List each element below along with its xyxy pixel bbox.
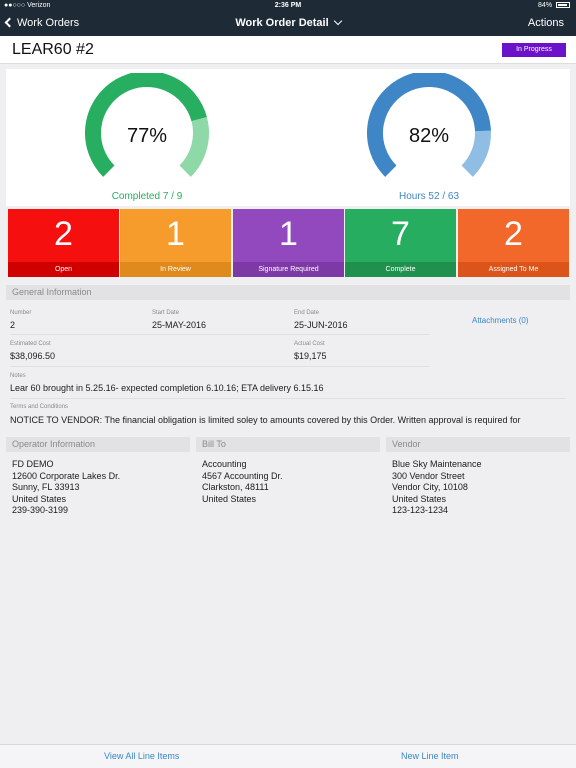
bottom-toolbar: View All Line Items New Line Item — [0, 744, 576, 768]
notes-label: Notes — [10, 373, 26, 379]
attachments-link[interactable]: Attachments (0) — [472, 316, 528, 325]
address-line: Blue Sky Maintenance — [392, 459, 482, 469]
operator-address: FD DEMO 12600 Corporate Lakes Dr. Sunny,… — [12, 459, 120, 517]
bill-to-address: Accounting 4567 Accounting Dr. Clarkston… — [202, 459, 283, 505]
section-title: General Information — [6, 285, 570, 300]
tile-complete[interactable]: 7 Complete — [345, 209, 456, 277]
battery-indicator: 84% — [538, 2, 570, 9]
tile-count: 1 — [166, 215, 185, 253]
address-line: Accounting — [202, 459, 247, 469]
address-line: 300 Vendor Street — [392, 470, 465, 481]
start-date-label: Start Date — [152, 310, 180, 316]
address-line: 4567 Accounting Dr. — [202, 470, 283, 481]
tile-count: 2 — [504, 215, 523, 253]
back-button[interactable]: Work Orders — [4, 17, 80, 29]
clock-label: 2:36 PM — [274, 2, 302, 9]
address-line: United States — [392, 493, 447, 504]
address-line: United States — [202, 493, 257, 504]
actions-button[interactable]: Actions — [528, 17, 564, 29]
terms-value: NOTICE TO VENDOR: The financial obligati… — [10, 415, 521, 425]
notes-value: Lear 60 brought in 5.25.16- expected com… — [10, 383, 324, 393]
actual-cost-value: $19,175 — [294, 351, 327, 361]
progress-gauges: 77% Completed 7 / 9 82% Hours 52 / 63 — [6, 69, 570, 206]
estimated-cost-value: $38,096.50 — [10, 351, 56, 361]
vendor-address: Blue Sky Maintenance 300 Vendor Street V… — [392, 459, 482, 517]
completed-gauge: 77% Completed 7 / 9 — [6, 69, 288, 206]
back-button-label: Work Orders — [17, 17, 80, 29]
tile-count: 7 — [391, 215, 410, 253]
completed-percent: 77% — [126, 125, 168, 147]
chevron-down-icon — [333, 16, 342, 26]
address-line: 12600 Corporate Lakes Dr. — [12, 470, 121, 481]
tile-assigned-to-me[interactable]: 2 Assigned To Me — [458, 209, 569, 277]
view-all-line-items-button[interactable]: View All Line Items — [104, 751, 179, 761]
bill-to-section-title: Bill To — [196, 437, 380, 452]
status-bar: ●●○○○ Verizon 2:36 PM 84% — [0, 0, 576, 12]
tile-label: Open — [8, 262, 119, 277]
estimated-cost-label: Estimated Cost — [10, 341, 51, 347]
address-line: FD DEMO — [12, 459, 54, 469]
tile-count: 1 — [279, 215, 298, 253]
tile-signature-required[interactable]: 1 Signature Required — [233, 209, 344, 277]
divider — [10, 398, 566, 399]
phone-line: 239-390-3199 — [12, 505, 69, 515]
start-date-value: 25-MAY-2016 — [152, 320, 207, 330]
address-line: United States — [12, 493, 67, 504]
new-line-item-button[interactable]: New Line Item — [401, 751, 459, 761]
terms-label: Terms and Conditions — [10, 404, 69, 410]
number-label: Number — [10, 310, 32, 316]
actual-cost-label: Actual Cost — [294, 341, 325, 347]
address-line: Sunny, FL 33913 — [12, 482, 80, 492]
operator-section-title: Operator Information — [6, 437, 190, 452]
status-badge: In Progress — [502, 43, 566, 57]
tile-label: Complete — [345, 262, 456, 277]
tile-label: Assigned To Me — [458, 262, 569, 277]
number-value: 2 — [10, 320, 16, 330]
address-line: Clarkston, 48111 — [202, 482, 269, 492]
tile-in-review[interactable]: 1 In Review — [120, 209, 231, 277]
work-order-title: LEAR60 #2 — [12, 41, 94, 58]
page-title[interactable]: Work Order Detail — [0, 16, 576, 29]
status-tiles: 2 Open 1 In Review 1 Signature Required … — [8, 209, 569, 277]
navigation-bar: Work Orders Work Order Detail Actions — [0, 12, 576, 36]
tile-label: In Review — [120, 262, 231, 277]
work-order-header: LEAR60 #2 In Progress — [0, 36, 576, 64]
end-date-label: End Date — [294, 310, 320, 316]
phone-line: 123-123-1234 — [392, 505, 449, 515]
end-date-value: 25-JUN-2016 — [294, 320, 348, 330]
hours-percent: 82% — [408, 125, 450, 147]
hours-gauge: 82% Hours 52 / 63 — [288, 69, 570, 206]
tile-open[interactable]: 2 Open — [8, 209, 119, 277]
tile-label: Signature Required — [233, 262, 344, 277]
tile-count: 2 — [54, 215, 73, 253]
vendor-section-title: Vendor — [386, 437, 570, 452]
battery-percent: 84% — [538, 2, 553, 9]
divider — [10, 366, 430, 367]
page-title-label: Work Order Detail — [235, 17, 329, 29]
battery-icon — [556, 2, 570, 9]
completed-label: Completed 7 / 9 — [111, 191, 183, 202]
address-line: Vendor City, 10108 — [392, 482, 468, 492]
chevron-left-icon — [4, 17, 15, 28]
hours-label: Hours 52 / 63 — [398, 191, 460, 202]
general-information-section: General Information Number 2 Start Date … — [6, 285, 570, 431]
divider — [10, 334, 430, 335]
